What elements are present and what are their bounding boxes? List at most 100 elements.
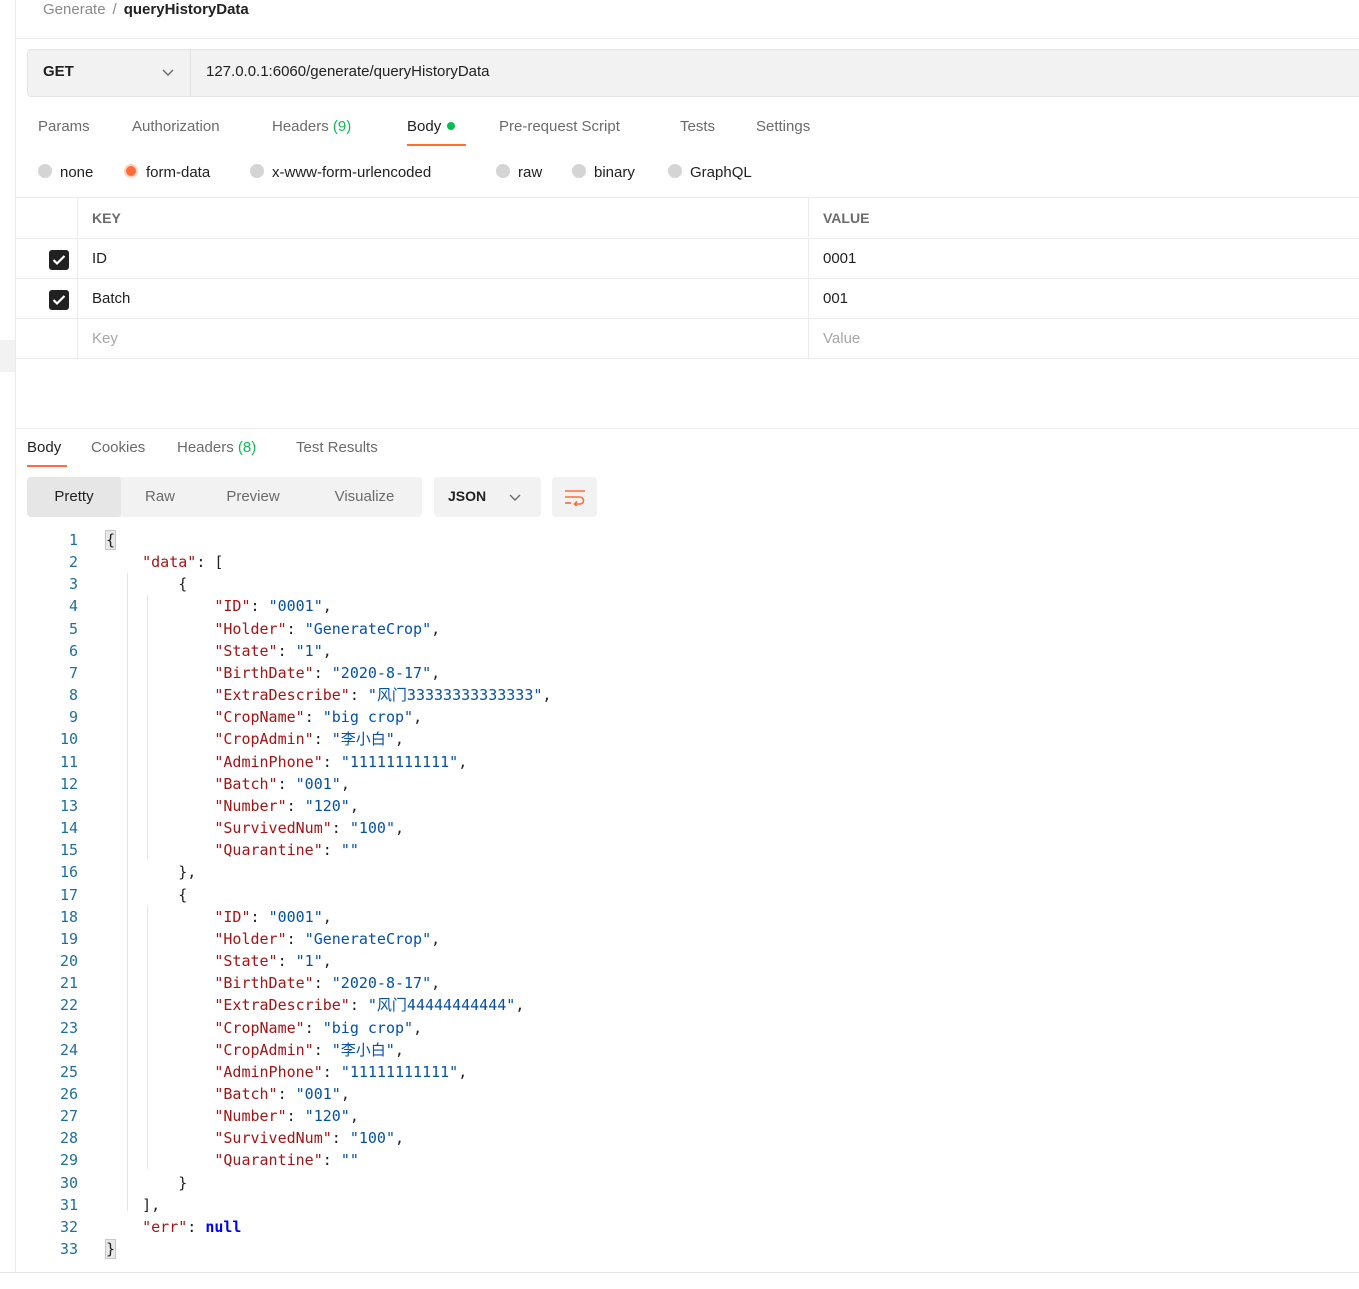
code-line: { <box>106 886 188 904</box>
code-line: "err": null <box>142 1218 242 1236</box>
line-number: 29 <box>59 1151 78 1169</box>
radio-none[interactable]: none <box>38 162 93 184</box>
method-select[interactable]: GET <box>28 50 191 96</box>
line-number: 27 <box>59 1107 78 1125</box>
radio-form-data[interactable]: form-data <box>124 162 210 184</box>
sidebar-collapse-handle[interactable] <box>0 340 15 372</box>
code-line: "ID": "0001", <box>214 908 332 926</box>
code-line: "CropAdmin": "李小白", <box>214 730 404 748</box>
headers-count: (8) <box>237 439 257 456</box>
table-header-row: KEY VALUE <box>16 197 1359 237</box>
line-number: 14 <box>59 819 78 837</box>
line-number: 18 <box>59 908 78 926</box>
line-number: 15 <box>59 841 78 859</box>
code-line: "BirthDate": "2020-8-17", <box>214 974 441 992</box>
wrap-lines-button[interactable] <box>552 477 597 517</box>
line-number: 7 <box>68 664 78 682</box>
view-raw-button[interactable]: Raw <box>121 477 199 517</box>
divider <box>16 38 1359 39</box>
param-value[interactable]: 001 <box>823 290 848 307</box>
wrap-lines-icon <box>565 490 585 506</box>
column-header-key: KEY <box>92 210 121 226</box>
code-line: { <box>104 530 117 550</box>
format-select[interactable]: JSON <box>434 477 541 517</box>
line-number: 31 <box>59 1196 78 1214</box>
param-key[interactable]: ID <box>92 250 107 267</box>
line-number: 13 <box>59 797 78 815</box>
method-label: GET <box>43 63 74 80</box>
radio-binary[interactable]: binary <box>572 162 635 184</box>
view-preview-button[interactable]: Preview <box>199 477 307 517</box>
breadcrumb-separator: / <box>112 1 117 18</box>
line-number: 25 <box>59 1063 78 1081</box>
status-dot-icon <box>447 122 456 131</box>
tab-body[interactable]: Body <box>407 117 456 137</box>
chevron-down-icon <box>162 69 174 76</box>
view-visualize-button[interactable]: Visualize <box>307 477 422 517</box>
code-line: "ExtraDescribe": "风门33333333333333", <box>214 686 552 704</box>
breadcrumb-parent[interactable]: Generate <box>43 1 106 18</box>
tab-cookies[interactable]: Cookies <box>91 438 145 458</box>
code-line: "Batch": "001", <box>214 775 350 793</box>
code-line: }, <box>106 863 197 881</box>
code-line: "AdminPhone": "11111111111", <box>214 1063 468 1081</box>
view-pretty-button[interactable]: Pretty <box>27 477 121 517</box>
code-line: "State": "1", <box>214 642 332 660</box>
radio-raw[interactable]: raw <box>496 162 542 184</box>
breadcrumb: Generate / queryHistoryData <box>43 0 249 20</box>
code-line: "State": "1", <box>214 952 332 970</box>
row-checkbox[interactable] <box>49 250 69 270</box>
table-row-new: Key Value <box>16 318 1359 359</box>
code-line: "Quarantine": "" <box>214 1151 359 1169</box>
radio-circle-icon <box>38 164 52 179</box>
code-line: } <box>106 1174 188 1192</box>
param-key[interactable]: Batch <box>92 290 130 307</box>
new-key-input[interactable]: Key <box>92 330 118 347</box>
line-number: 28 <box>59 1129 78 1147</box>
response-body-viewer[interactable]: 1 {2 "data": [3 {4 "ID": "0001", 5 "Holder… <box>16 529 1359 1269</box>
code-line: "Number": "120", <box>214 1107 359 1125</box>
line-number: 12 <box>59 775 78 793</box>
chevron-down-icon <box>509 494 521 501</box>
table-row: Batch 001 <box>16 278 1359 318</box>
line-number: 33 <box>59 1240 78 1258</box>
param-value[interactable]: 0001 <box>823 250 856 267</box>
radio-selected-icon <box>124 164 138 179</box>
tab-pre-request-script[interactable]: Pre-request Script <box>499 117 620 137</box>
new-value-input[interactable]: Value <box>823 330 860 347</box>
line-number: 10 <box>59 730 78 748</box>
line-number: 5 <box>68 620 78 638</box>
line-number: 2 <box>68 553 78 571</box>
line-number: 24 <box>59 1041 78 1059</box>
line-number: 6 <box>68 642 78 660</box>
checkmark-icon <box>52 255 66 266</box>
tab-params[interactable]: Params <box>38 117 90 137</box>
code-line: "data": [ <box>142 553 224 571</box>
pane-divider[interactable] <box>16 428 1359 429</box>
format-label: JSON <box>448 488 487 504</box>
line-number: 26 <box>59 1085 78 1103</box>
code-line: "Quarantine": "" <box>214 841 359 859</box>
request-name[interactable]: queryHistoryData <box>124 1 249 18</box>
code-line: "CropName": "big crop", <box>214 708 423 726</box>
tab-headers[interactable]: Headers (9) <box>272 117 351 137</box>
line-number: 30 <box>59 1174 78 1192</box>
radio-x-www-form-urlencoded[interactable]: x-www-form-urlencoded <box>250 162 431 184</box>
code-line: } <box>104 1239 117 1259</box>
code-line: "SurvivedNum": "100", <box>214 1129 405 1147</box>
checkmark-icon <box>52 295 66 306</box>
tab-response-body[interactable]: Body <box>27 438 61 458</box>
tab-test-results[interactable]: Test Results <box>296 438 378 458</box>
code-line: ], <box>106 1196 161 1214</box>
url-input[interactable]: 127.0.0.1:6060/generate/queryHistoryData <box>206 63 490 80</box>
radio-graphql[interactable]: GraphQL <box>668 162 752 184</box>
radio-circle-icon <box>572 164 586 179</box>
code-line: "ExtraDescribe": "风门44444444444", <box>214 996 525 1014</box>
row-checkbox[interactable] <box>49 290 69 310</box>
tab-tests[interactable]: Tests <box>680 117 715 137</box>
tab-response-headers[interactable]: Headers (8) <box>177 438 256 458</box>
tab-settings[interactable]: Settings <box>756 117 810 137</box>
code-line: "CropName": "big crop", <box>214 1019 423 1037</box>
tab-authorization[interactable]: Authorization <box>132 117 220 137</box>
line-number: 3 <box>68 575 78 593</box>
